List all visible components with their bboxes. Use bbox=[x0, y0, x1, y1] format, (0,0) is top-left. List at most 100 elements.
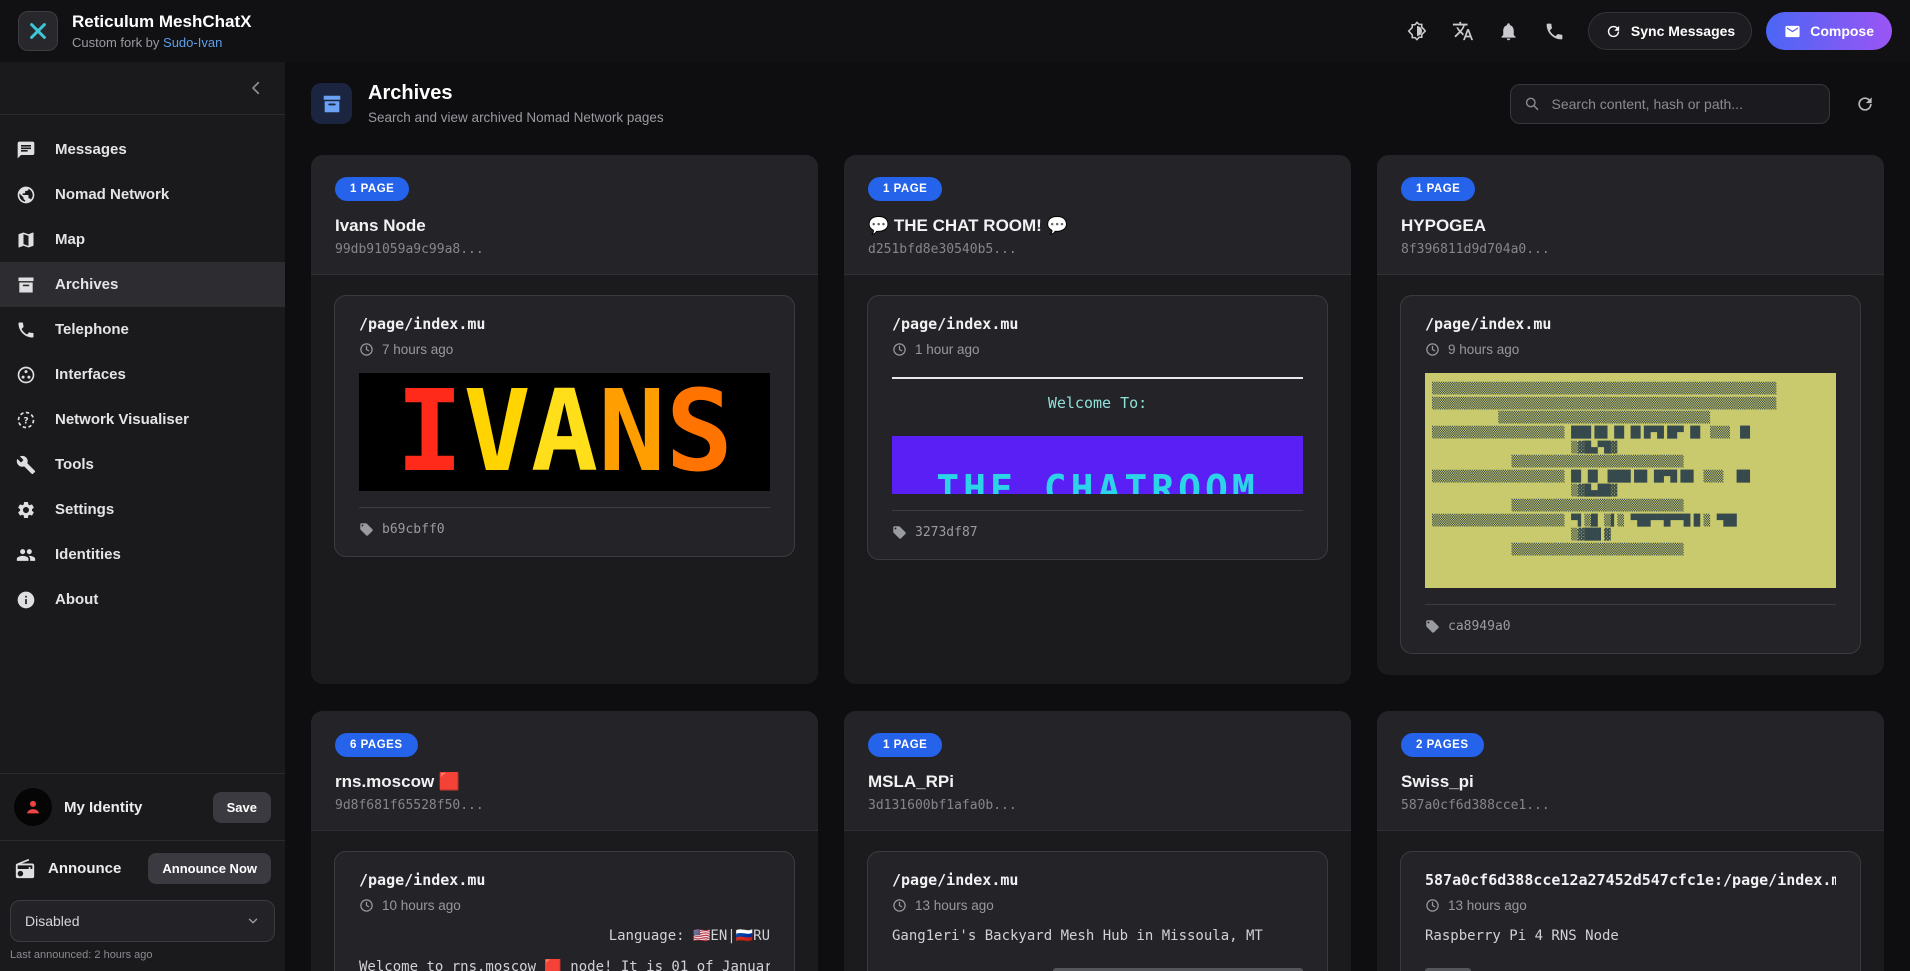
main-content: Archives Search and view archived Nomad … bbox=[285, 62, 1910, 971]
page-heading: Archives Search and view archived Nomad … bbox=[311, 82, 664, 125]
sidebar-nav: Messages Nomad Network Map Archives Tele… bbox=[0, 115, 285, 622]
card-body: /page/index.mu 1 hour ago Welcome To: TH… bbox=[844, 275, 1351, 580]
sidebar-item-map[interactable]: Map bbox=[0, 217, 285, 262]
card-body: /page/index.mu 13 hours ago Gang1eri's B… bbox=[844, 831, 1351, 971]
chevron-down-icon bbox=[246, 914, 260, 928]
archived-page[interactable]: 587a0cf6d388cce12a27452d547cfc1e:/page/i… bbox=[1400, 851, 1861, 971]
node-title: Swiss_pi bbox=[1401, 772, 1860, 792]
page-content-line: Welcome to rns.moscow 🟥 node! It is 01 o… bbox=[359, 959, 770, 971]
main-header: Archives Search and view archived Nomad … bbox=[285, 62, 1910, 125]
translate-button[interactable] bbox=[1444, 12, 1482, 50]
announce-mode-value: Disabled bbox=[25, 913, 79, 929]
clock-icon bbox=[1425, 342, 1440, 357]
archive-card-swiss-pi[interactable]: 2 PAGES Swiss_pi 587a0cf6d388cce1... 587… bbox=[1377, 711, 1884, 971]
page-time: 9 hours ago bbox=[1425, 342, 1836, 357]
archive-card-chat-room[interactable]: 1 PAGE 💬 THE CHAT ROOM! 💬 d251bfd8e30540… bbox=[844, 155, 1351, 684]
sidebar-item-network-visualiser[interactable]: ? Network Visualiser bbox=[0, 397, 285, 442]
phone-icon bbox=[1544, 21, 1565, 42]
node-title: HYPOGEA bbox=[1401, 216, 1860, 236]
page-path: /page/index.mu bbox=[892, 871, 1303, 889]
banner-letter: V bbox=[463, 376, 530, 488]
author-link[interactable]: Sudo-Ivan bbox=[163, 35, 222, 50]
archive-card-msla-rpi[interactable]: 1 PAGE MSLA_RPi 3d131600bf1afa0b... /pag… bbox=[844, 711, 1351, 971]
page-time: 10 hours ago bbox=[359, 898, 770, 913]
sidebar-item-tools[interactable]: Tools bbox=[0, 442, 285, 487]
page-count-badge: 1 PAGE bbox=[335, 177, 409, 201]
chatroom-banner-text: THE CHATROOM bbox=[936, 467, 1259, 494]
sidebar-item-interfaces[interactable]: Interfaces bbox=[0, 352, 285, 397]
announce-mode-select[interactable]: Disabled bbox=[10, 900, 275, 942]
node-hash: 3d131600bf1afa0b... bbox=[868, 798, 1327, 813]
announce-now-button[interactable]: Announce Now bbox=[148, 853, 271, 884]
sidebar-item-messages[interactable]: Messages bbox=[0, 127, 285, 172]
page-path: /page/index.mu bbox=[892, 315, 1303, 333]
topbar: Reticulum MeshChatX Custom fork by Sudo-… bbox=[0, 0, 1910, 62]
refresh-button[interactable] bbox=[1846, 85, 1884, 123]
page-tag: ca8949a0 bbox=[1425, 619, 1836, 634]
archive-card-rns-moscow[interactable]: 6 PAGES rns.moscow 🟥 9d8f681f65528f50...… bbox=[311, 711, 818, 971]
my-identity-row: My Identity Save bbox=[0, 773, 285, 841]
divider bbox=[892, 510, 1303, 511]
notifications-button[interactable] bbox=[1490, 12, 1528, 50]
welcome-text: Welcome To: bbox=[892, 394, 1303, 412]
search-input[interactable] bbox=[1550, 95, 1817, 113]
page-time-label: 1 hour ago bbox=[915, 342, 980, 357]
page-count-badge: 6 PAGES bbox=[335, 733, 418, 757]
brand-text: Reticulum MeshChatX Custom fork by Sudo-… bbox=[72, 12, 251, 49]
page-preview-art: ▒▒▒▒▒▒▒▒▒▒▒▒▒▒▒▒▒▒▒▒▒▒▒▒▒▒▒▒▒▒▒▒▒▒▒▒▒▒▒▒… bbox=[1425, 373, 1836, 588]
sidebar-item-telephone[interactable]: Telephone bbox=[0, 307, 285, 352]
chatroom-banner: THE CHATROOM bbox=[892, 436, 1303, 494]
globe-icon bbox=[15, 184, 37, 206]
archived-page[interactable]: /page/index.mu 13 hours ago Gang1eri's B… bbox=[867, 851, 1328, 971]
clock-icon bbox=[1425, 898, 1440, 913]
card-body: 587a0cf6d388cce12a27452d547cfc1e:/page/i… bbox=[1377, 831, 1884, 971]
archived-page[interactable]: /page/index.mu 1 hour ago Welcome To: TH… bbox=[867, 295, 1328, 560]
info-icon bbox=[15, 589, 37, 611]
topbar-actions: Sync Messages Compose bbox=[1398, 12, 1892, 50]
page-subtitle: Search and view archived Nomad Network p… bbox=[368, 110, 664, 125]
sidebar: Messages Nomad Network Map Archives Tele… bbox=[0, 62, 285, 971]
content-divider bbox=[892, 377, 1303, 379]
search-icon bbox=[1524, 95, 1540, 112]
card-body: /page/index.mu 9 hours ago ▒▒▒▒▒▒▒▒▒▒▒▒▒… bbox=[1377, 275, 1884, 674]
sidebar-item-nomad-network[interactable]: Nomad Network bbox=[0, 172, 285, 217]
refresh-icon bbox=[1605, 23, 1622, 40]
sidebar-item-label: Settings bbox=[55, 501, 114, 518]
sidebar-collapse-button[interactable] bbox=[241, 74, 269, 102]
banner-letter: A bbox=[531, 376, 598, 488]
clock-icon bbox=[359, 342, 374, 357]
refresh-icon bbox=[1855, 94, 1875, 114]
node-title: Ivans Node bbox=[335, 216, 794, 236]
clock-icon bbox=[892, 898, 907, 913]
archive-card-ivans-node[interactable]: 1 PAGE Ivans Node 99db91059a9c99a8... /p… bbox=[311, 155, 818, 684]
sidebar-item-settings[interactable]: Settings bbox=[0, 487, 285, 532]
divider bbox=[1425, 604, 1836, 605]
sidebar-item-about[interactable]: About bbox=[0, 577, 285, 622]
node-hash: 587a0cf6d388cce1... bbox=[1401, 798, 1860, 813]
archived-page[interactable]: /page/index.mu 10 hours ago Language: 🇺🇸… bbox=[334, 851, 795, 971]
node-hash: d251bfd8e30540b5... bbox=[868, 242, 1327, 257]
compose-button[interactable]: Compose bbox=[1766, 12, 1892, 50]
theme-toggle-button[interactable] bbox=[1398, 12, 1436, 50]
app-logo bbox=[18, 11, 58, 51]
app-window: Reticulum MeshChatX Custom fork by Sudo-… bbox=[0, 0, 1910, 971]
telephone-button[interactable] bbox=[1536, 12, 1574, 50]
avatar[interactable] bbox=[14, 788, 52, 826]
page-content-line: Language: 🇺🇸EN|🇷🇺RU bbox=[359, 928, 770, 944]
archives-page-icon bbox=[311, 83, 352, 124]
sidebar-item-identities[interactable]: Identities bbox=[0, 532, 285, 577]
svg-text:?: ? bbox=[23, 415, 28, 426]
sidebar-item-label: About bbox=[55, 591, 98, 608]
page-count-badge: 1 PAGE bbox=[1401, 177, 1475, 201]
archived-page[interactable]: /page/index.mu 9 hours ago ▒▒▒▒▒▒▒▒▒▒▒▒▒… bbox=[1400, 295, 1861, 654]
brightness-icon bbox=[1406, 20, 1428, 42]
archived-page[interactable]: /page/index.mu 7 hours ago IVANS bbox=[334, 295, 795, 557]
node-hash: 9d8f681f65528f50... bbox=[335, 798, 794, 813]
sidebar-item-label: Identities bbox=[55, 546, 121, 563]
interfaces-icon bbox=[15, 364, 37, 386]
archive-card-hypogea[interactable]: 1 PAGE HYPOGEA 8f396811d9d704a0... /page… bbox=[1377, 155, 1884, 675]
banner-letter: S bbox=[666, 376, 733, 488]
save-button[interactable]: Save bbox=[213, 792, 271, 823]
sync-messages-button[interactable]: Sync Messages bbox=[1588, 12, 1752, 50]
sidebar-item-archives[interactable]: Archives bbox=[0, 262, 285, 307]
